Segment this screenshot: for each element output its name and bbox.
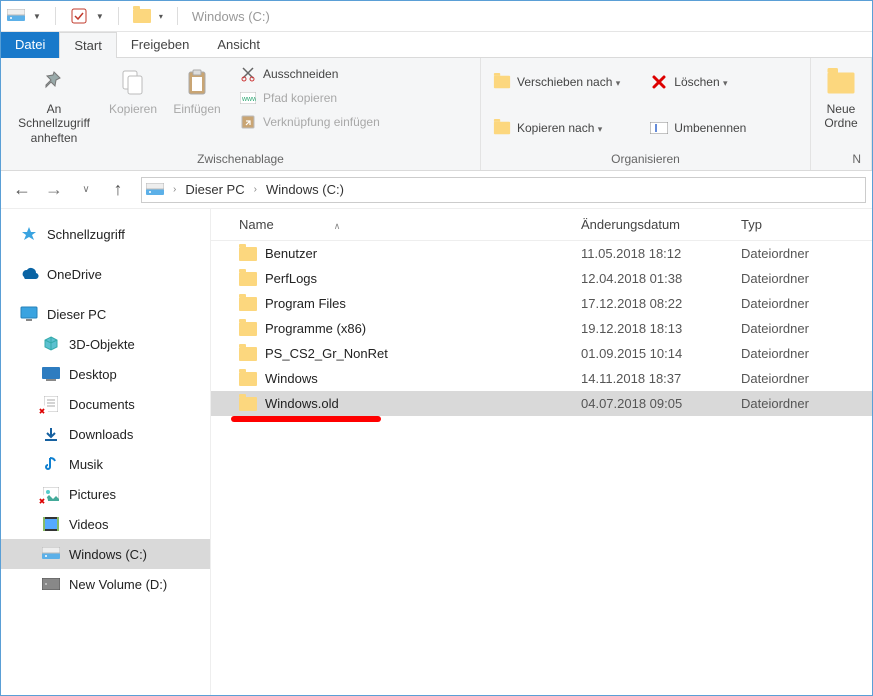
tab-file[interactable]: Datei xyxy=(1,32,59,58)
file-row[interactable]: Program Files 17.12.2018 08:22Dateiordner xyxy=(211,291,872,316)
folder-icon xyxy=(239,297,257,311)
folder-icon xyxy=(239,372,257,386)
file-name: Program Files xyxy=(265,296,346,311)
drive-icon xyxy=(7,7,25,25)
breadcrumb-location[interactable]: Windows (C:) xyxy=(260,178,350,202)
file-row[interactable]: Windows.old 04.07.2018 09:05Dateiordner xyxy=(211,391,872,416)
column-headers: Name∧ Änderungsdatum Typ xyxy=(211,209,872,241)
sidebar-downloads[interactable]: Downloads xyxy=(1,419,210,449)
file-type: Dateiordner xyxy=(731,396,872,411)
navigation-pane: Schnellzugriff OneDrive Dieser PC 3D-Obj… xyxy=(1,209,211,695)
history-dropdown-button[interactable]: ∨ xyxy=(71,175,101,205)
sidebar-this-pc[interactable]: Dieser PC xyxy=(1,299,210,329)
file-list: Name∧ Änderungsdatum Typ Benutzer 11.05.2… xyxy=(211,209,872,695)
file-row[interactable]: PerfLogs 12.04.2018 01:38Dateiordner xyxy=(211,266,872,291)
ribbon-group-organize-label: Organisieren xyxy=(489,152,802,168)
titlebar: ▼ ▼ ▾ Windows (C:) xyxy=(1,1,872,32)
qat-dropdown-2-icon[interactable]: ▼ xyxy=(96,12,104,21)
new-folder-button[interactable]: Neue Ordne xyxy=(819,62,863,135)
back-button[interactable]: ← xyxy=(7,175,37,205)
file-name: PerfLogs xyxy=(265,271,317,286)
folder-icon xyxy=(133,9,151,23)
file-date: 11.05.2018 18:12 xyxy=(571,246,731,261)
file-type: Dateiordner xyxy=(731,296,872,311)
ribbon-tabs: Datei Start Freigeben Ansicht xyxy=(1,32,872,58)
file-type: Dateiordner xyxy=(731,371,872,386)
rename-button[interactable]: Umbenennen xyxy=(646,116,750,140)
qat-customize-icon[interactable]: ▾ xyxy=(159,12,163,21)
sidebar-videos[interactable]: Videos xyxy=(1,509,210,539)
cut-button[interactable]: Ausschneiden xyxy=(235,62,384,86)
folder-icon xyxy=(239,322,257,336)
ribbon: An Schnellzugriff anheften Kopieren Einf… xyxy=(1,58,872,171)
ribbon-group-clipboard-label: Zwischenablage xyxy=(9,152,472,168)
navigation-bar: ← → ∨ ↑ › Dieser PC › Windows (C:) xyxy=(1,171,872,209)
sidebar-3d-objects[interactable]: 3D-Objekte xyxy=(1,329,210,359)
forward-button[interactable]: → xyxy=(39,175,69,205)
paste-shortcut-button[interactable]: Verknüpfung einfügen xyxy=(235,110,384,134)
file-type: Dateiordner xyxy=(731,271,872,286)
sidebar-quick-access[interactable]: Schnellzugriff xyxy=(1,219,210,249)
file-date: 12.04.2018 01:38 xyxy=(571,271,731,286)
address-bar[interactable]: › Dieser PC › Windows (C:) xyxy=(141,177,866,203)
sidebar-desktop[interactable]: Desktop xyxy=(1,359,210,389)
file-type: Dateiordner xyxy=(731,346,872,361)
column-name[interactable]: Name∧ xyxy=(211,217,571,232)
breadcrumb-root[interactable]: Dieser PC xyxy=(179,178,250,202)
pin-to-quick-access-button[interactable]: An Schnellzugriff anheften xyxy=(9,62,99,149)
qat-dropdown-icon[interactable]: ▼ xyxy=(33,12,41,21)
paste-button[interactable]: Einfügen xyxy=(167,62,227,120)
file-date: 14.11.2018 18:37 xyxy=(571,371,731,386)
error-badge-icon xyxy=(36,405,48,417)
annotation-red-underline xyxy=(231,416,381,422)
file-date: 04.07.2018 09:05 xyxy=(571,396,731,411)
file-name: Windows.old xyxy=(265,396,339,411)
tab-start[interactable]: Start xyxy=(59,32,116,58)
window-title: Windows (C:) xyxy=(192,9,270,24)
sidebar-drive-d[interactable]: New Volume (D:) xyxy=(1,569,210,599)
folder-icon xyxy=(239,247,257,261)
copy-to-button[interactable]: Kopieren nach ▾ xyxy=(489,116,624,140)
move-to-button[interactable]: Verschieben nach ▾ xyxy=(489,70,624,94)
file-date: 01.09.2015 10:14 xyxy=(571,346,731,361)
file-row[interactable]: PS_CS2_Gr_NonRet 01.09.2015 10:14Dateiord… xyxy=(211,341,872,366)
sort-ascending-icon: ∧ xyxy=(334,221,341,231)
file-type: Dateiordner xyxy=(731,321,872,336)
delete-button[interactable]: Löschen ▾ xyxy=(646,70,750,94)
sidebar-drive-c[interactable]: Windows (C:) xyxy=(1,539,210,569)
file-name: PS_CS2_Gr_NonRet xyxy=(265,346,388,361)
sidebar-pictures[interactable]: Pictures xyxy=(1,479,210,509)
file-name: Windows xyxy=(265,371,318,386)
file-row[interactable]: Benutzer 11.05.2018 18:12Dateiordner xyxy=(211,241,872,266)
file-type: Dateiordner xyxy=(731,246,872,261)
file-row[interactable]: Programme (x86) 19.12.2018 18:13Dateiordn… xyxy=(211,316,872,341)
sidebar-documents[interactable]: Documents xyxy=(1,389,210,419)
folder-icon xyxy=(239,272,257,286)
file-name: Programme (x86) xyxy=(265,321,366,336)
folder-icon xyxy=(239,347,257,361)
sidebar-onedrive[interactable]: OneDrive xyxy=(1,259,210,289)
file-name: Benutzer xyxy=(265,246,317,261)
copy-path-button[interactable]: www Pfad kopieren xyxy=(235,86,384,110)
ribbon-group-new-label: N xyxy=(819,152,863,168)
up-button[interactable]: ↑ xyxy=(103,175,133,205)
file-date: 17.12.2018 08:22 xyxy=(571,296,731,311)
tab-share[interactable]: Freigeben xyxy=(117,32,204,58)
copy-button[interactable]: Kopieren xyxy=(103,62,163,120)
properties-icon[interactable] xyxy=(70,7,88,25)
file-row[interactable]: Windows 14.11.2018 18:37Dateiordner xyxy=(211,366,872,391)
sidebar-music[interactable]: Musik xyxy=(1,449,210,479)
file-date: 19.12.2018 18:13 xyxy=(571,321,731,336)
tab-view[interactable]: Ansicht xyxy=(203,32,274,58)
folder-icon xyxy=(239,397,257,411)
column-date[interactable]: Änderungsdatum xyxy=(571,217,731,232)
svg-text:www: www xyxy=(241,96,256,103)
error-badge-icon xyxy=(36,495,48,507)
column-type[interactable]: Typ xyxy=(731,217,872,232)
